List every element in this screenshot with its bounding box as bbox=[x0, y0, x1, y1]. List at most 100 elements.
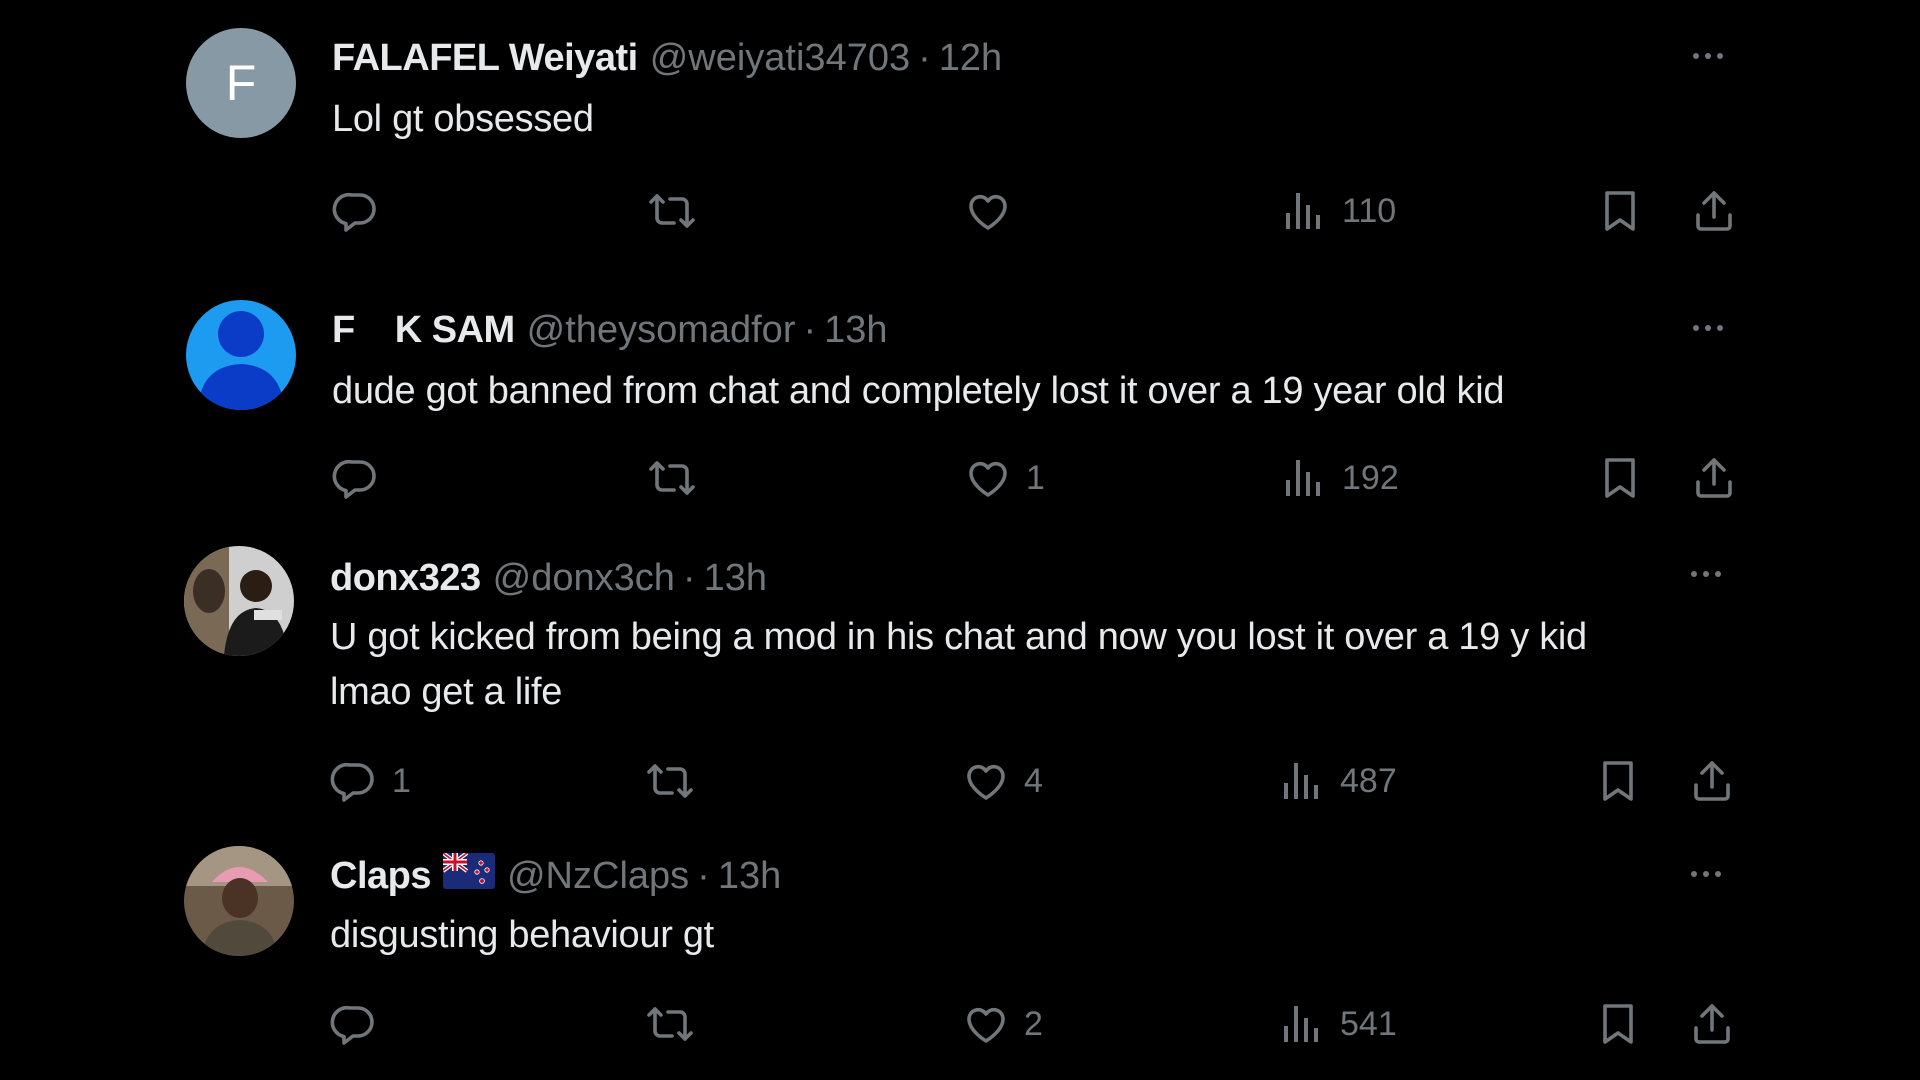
share-icon bbox=[1690, 187, 1738, 235]
timestamp[interactable]: 13h bbox=[718, 854, 781, 898]
views-button[interactable]: 110 bbox=[1280, 186, 1396, 236]
separator-dot: · bbox=[918, 37, 931, 79]
reply-header: donx323 @donx3ch · 13h bbox=[330, 556, 767, 600]
display-name[interactable]: FALAFEL Weiyati bbox=[332, 36, 638, 80]
share-icon bbox=[1688, 757, 1736, 805]
reply-card[interactable]: Claps @NzClaps · 13h disgusting behaviou… bbox=[184, 846, 1744, 1080]
user-handle[interactable]: @NzClaps bbox=[507, 854, 689, 898]
reply-card[interactable]: F FALAFEL Weiyati @weiyati34703 · 12h Lo… bbox=[186, 28, 1746, 268]
reply-text-line: U got kicked from being a mod in his cha… bbox=[330, 616, 1587, 658]
reply-text: U got kicked from being a mod in his cha… bbox=[330, 610, 1730, 720]
bookmark-icon bbox=[1594, 757, 1642, 805]
separator-dot: · bbox=[682, 557, 696, 599]
reply-text-line: lmao get a life bbox=[330, 671, 563, 713]
action-bar: 110 bbox=[332, 186, 1732, 236]
like-count: 1 bbox=[1026, 458, 1045, 497]
retweet-icon bbox=[646, 1000, 694, 1048]
action-bar: 2 541 bbox=[330, 999, 1730, 1049]
display-name-part2[interactable]: K SAM bbox=[395, 308, 515, 352]
bookmark-button[interactable] bbox=[1594, 999, 1642, 1049]
display-name-part1[interactable]: F bbox=[332, 308, 355, 352]
reply-text-line: disgusting behaviour gt bbox=[330, 914, 714, 956]
avatar[interactable]: F bbox=[186, 28, 296, 138]
views-button[interactable]: 487 bbox=[1278, 756, 1397, 806]
timestamp[interactable]: 13h bbox=[704, 556, 767, 600]
bookmark-button[interactable] bbox=[1594, 756, 1642, 806]
share-button[interactable] bbox=[1690, 453, 1738, 503]
retweet-icon bbox=[648, 187, 696, 235]
share-icon bbox=[1688, 1000, 1736, 1048]
reply-button[interactable] bbox=[332, 186, 394, 236]
reply-card[interactable]: donx323 @donx3ch · 13h U got kicked from… bbox=[184, 546, 1744, 826]
reply-header: Claps @NzClaps · 13h bbox=[330, 851, 781, 899]
like-count: 2 bbox=[1024, 1004, 1043, 1043]
reply-card[interactable]: F K SAM @theysomadfor · 13h dude got ban… bbox=[186, 300, 1746, 530]
replies-feed: F FALAFEL Weiyati @weiyati34703 · 12h Lo… bbox=[0, 0, 1920, 1080]
retweet-icon bbox=[646, 757, 694, 805]
display-name[interactable]: donx323 bbox=[330, 556, 481, 600]
bookmark-icon bbox=[1596, 454, 1644, 502]
timestamp[interactable]: 12h bbox=[939, 36, 1002, 80]
heart-icon bbox=[964, 187, 1012, 235]
separator-dot: · bbox=[697, 855, 710, 897]
bookmark-icon bbox=[1594, 1000, 1642, 1048]
reply-text: disgusting behaviour gt bbox=[330, 908, 1730, 963]
reply-button[interactable]: 1 bbox=[330, 756, 411, 806]
more-options-icon[interactable] bbox=[1682, 552, 1730, 596]
reply-text-line: Lol gt obsessed bbox=[332, 98, 594, 140]
views-button[interactable]: 192 bbox=[1280, 453, 1399, 503]
views-button[interactable]: 541 bbox=[1278, 999, 1397, 1049]
more-options-icon[interactable] bbox=[1684, 306, 1732, 350]
retweet-icon bbox=[648, 454, 696, 502]
user-handle[interactable]: @theysomadfor bbox=[527, 308, 796, 352]
share-button[interactable] bbox=[1688, 756, 1736, 806]
retweet-button[interactable] bbox=[646, 999, 708, 1049]
reply-count: 1 bbox=[392, 761, 411, 800]
heart-icon bbox=[964, 454, 1012, 502]
more-options-icon[interactable] bbox=[1682, 852, 1730, 896]
reply-icon bbox=[330, 1000, 378, 1048]
avatar[interactable] bbox=[184, 546, 294, 656]
timestamp[interactable]: 13h bbox=[824, 308, 887, 352]
heart-icon bbox=[962, 1000, 1010, 1048]
retweet-button[interactable] bbox=[648, 186, 710, 236]
views-count: 192 bbox=[1342, 458, 1399, 497]
retweet-button[interactable] bbox=[648, 453, 710, 503]
separator-dot: · bbox=[803, 309, 817, 351]
heart-icon bbox=[962, 757, 1010, 805]
action-bar: 1 4 487 bbox=[330, 756, 1730, 806]
views-count: 541 bbox=[1340, 1004, 1397, 1043]
like-button[interactable]: 2 bbox=[962, 999, 1043, 1049]
analytics-icon bbox=[1278, 757, 1326, 805]
reply-button[interactable] bbox=[332, 453, 394, 503]
reply-icon bbox=[330, 757, 378, 805]
more-options-icon[interactable] bbox=[1684, 34, 1732, 78]
share-button[interactable] bbox=[1688, 999, 1736, 1049]
bookmark-icon bbox=[1596, 187, 1644, 235]
like-button[interactable]: 4 bbox=[962, 756, 1043, 806]
reply-icon bbox=[332, 454, 380, 502]
bookmark-button[interactable] bbox=[1596, 453, 1644, 503]
user-handle[interactable]: @weiyati34703 bbox=[650, 36, 910, 80]
avatar[interactable] bbox=[184, 846, 294, 956]
share-button[interactable] bbox=[1690, 186, 1738, 236]
reply-button[interactable] bbox=[330, 999, 392, 1049]
reply-text: dude got banned from chat and completely… bbox=[332, 364, 1732, 419]
like-button[interactable] bbox=[964, 186, 1026, 236]
avatar-letter: F bbox=[226, 55, 257, 111]
bookmark-button[interactable] bbox=[1596, 186, 1644, 236]
photo-avatar-icon bbox=[184, 846, 294, 956]
like-button[interactable]: 1 bbox=[964, 453, 1045, 503]
action-bar: 1 192 bbox=[332, 453, 1732, 503]
avatar[interactable] bbox=[186, 300, 296, 410]
reply-header: FALAFEL Weiyati @weiyati34703 · 12h bbox=[332, 36, 1002, 80]
new-zealand-flag-icon bbox=[441, 851, 495, 899]
retweet-button[interactable] bbox=[646, 756, 708, 806]
default-user-avatar-icon bbox=[186, 300, 296, 410]
display-name[interactable]: Claps bbox=[330, 854, 431, 898]
reply-text: Lol gt obsessed bbox=[332, 92, 1732, 147]
share-icon bbox=[1690, 454, 1738, 502]
reply-header: F K SAM @theysomadfor · 13h bbox=[332, 308, 888, 352]
user-handle[interactable]: @donx3ch bbox=[493, 556, 675, 600]
analytics-icon bbox=[1280, 454, 1328, 502]
